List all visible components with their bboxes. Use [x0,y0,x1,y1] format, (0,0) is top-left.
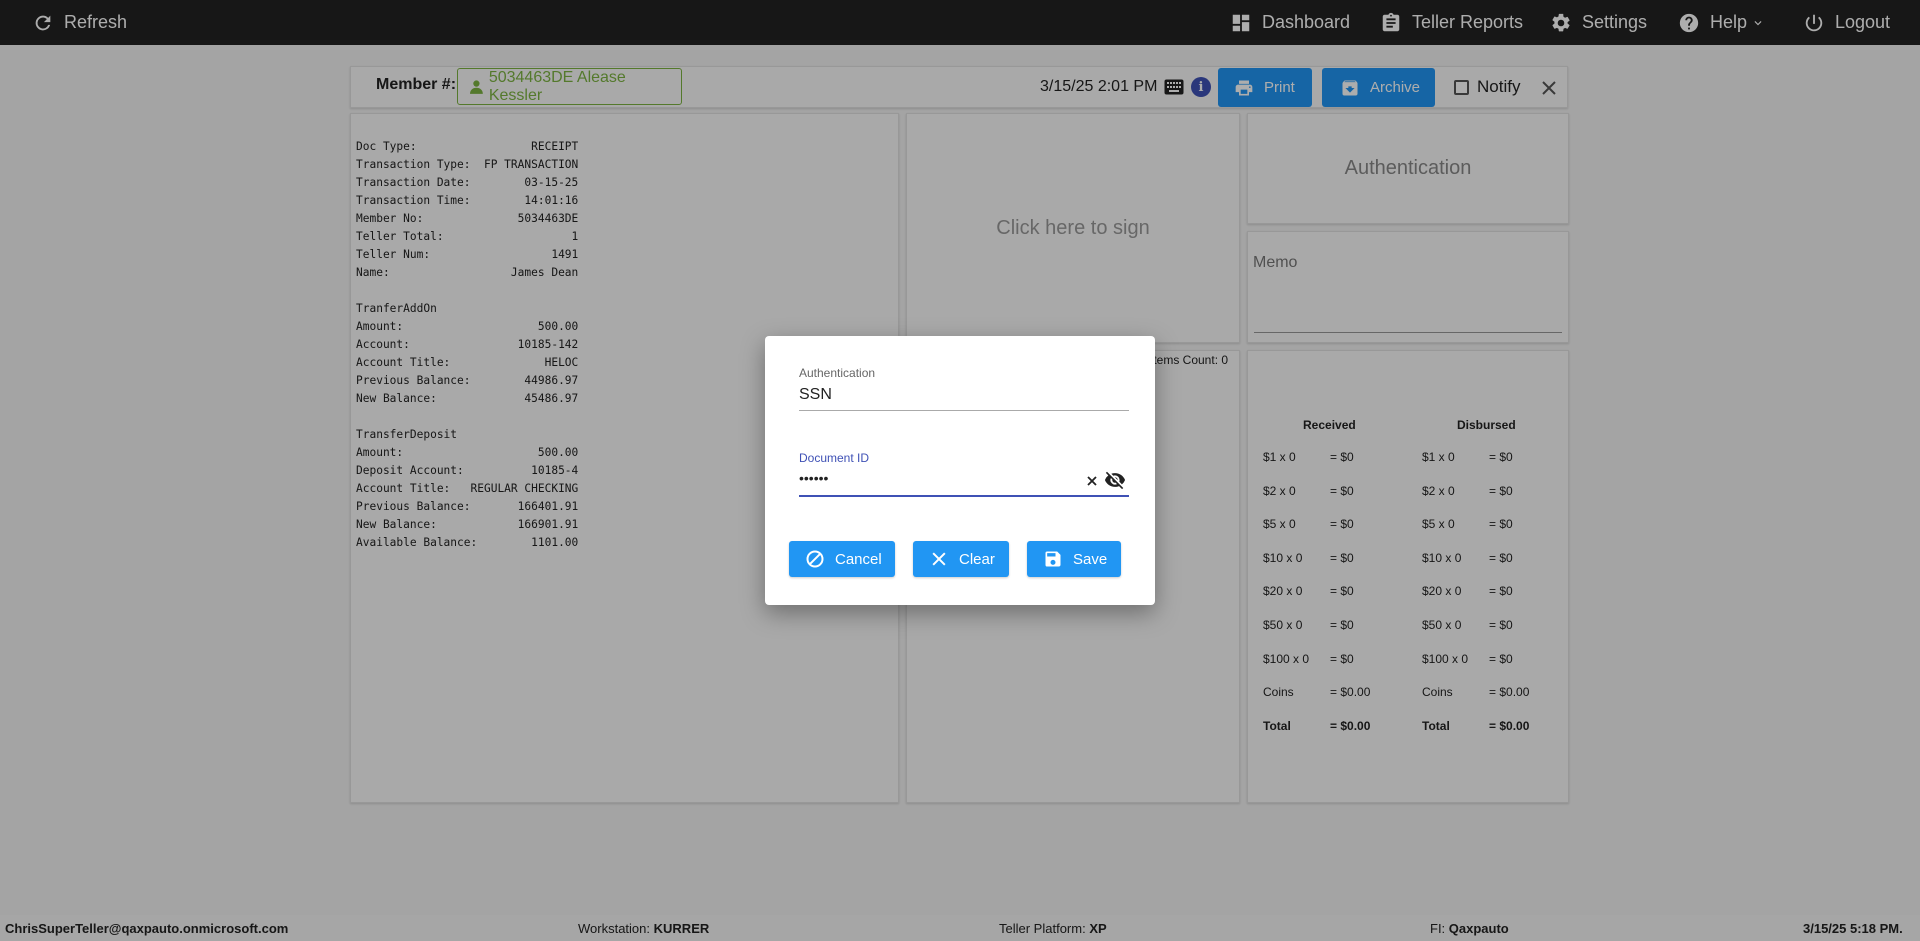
auth-field-label: Authentication [799,366,876,380]
floppy-save-icon [1045,551,1061,567]
doc-id-label: Document ID [799,451,870,465]
clear-label: Clear [959,550,995,568]
clear-input-icon[interactable] [1085,474,1099,488]
auth-field-value[interactable]: SSN [799,386,832,404]
save-label: Save [1073,550,1108,568]
save-button[interactable]: Save [1027,541,1121,577]
close-icon [932,552,946,566]
cancel-label: Cancel [835,550,882,568]
visibility-off-icon[interactable] [1103,469,1127,491]
authentication-dialog: Authentication SSN Document ID •••••• Ca… [765,336,1155,605]
doc-id-input[interactable]: •••••• [799,470,828,486]
cancel-icon [806,550,824,568]
cancel-button[interactable]: Cancel [789,541,895,577]
doc-id-underline [799,495,1129,497]
clear-button[interactable]: Clear [913,541,1009,577]
auth-field-underline [799,410,1129,411]
